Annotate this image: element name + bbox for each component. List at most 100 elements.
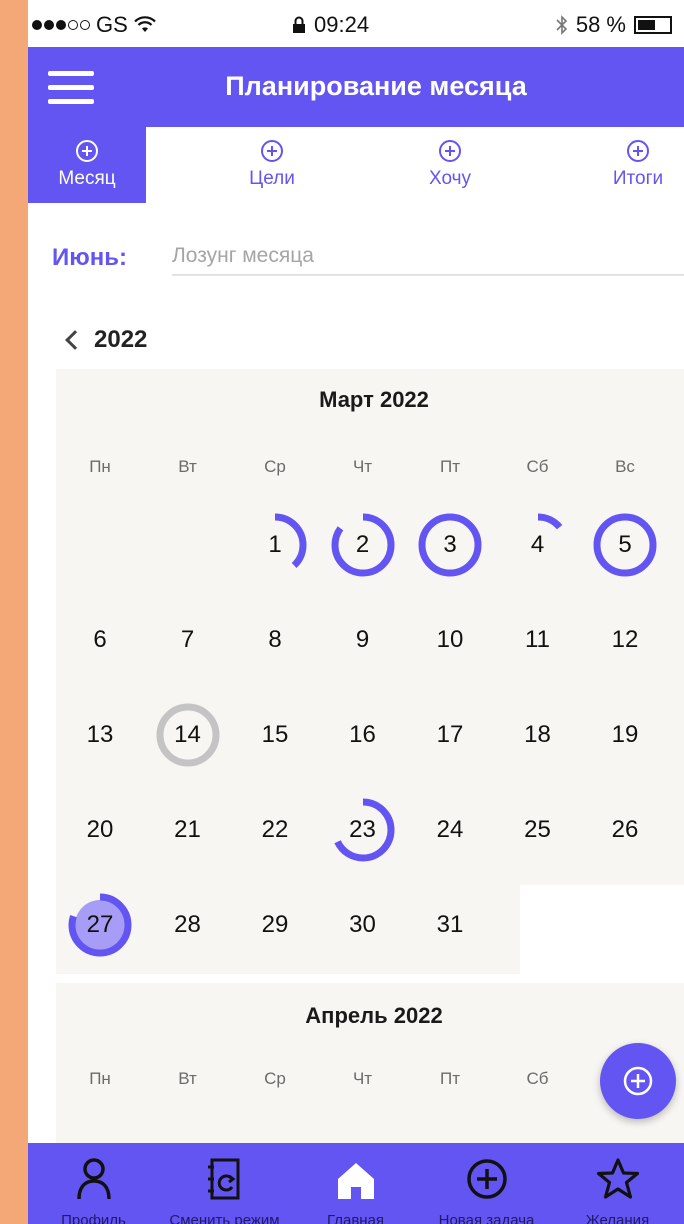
tab-wants[interactable]: Хочу bbox=[406, 127, 494, 203]
person-icon bbox=[76, 1158, 111, 1200]
phone-screen: GS 09:24 58 % Планирование месяца Месяц … bbox=[28, 0, 684, 1224]
day-number: 11 bbox=[525, 626, 550, 653]
calendar-day[interactable]: 30 bbox=[331, 893, 395, 957]
tab-month[interactable]: Месяц bbox=[28, 127, 146, 203]
nav-label: Главная bbox=[326, 1212, 385, 1224]
day-number: 14 bbox=[174, 721, 201, 748]
day-number: 31 bbox=[436, 911, 464, 938]
calendar-day[interactable]: 5 bbox=[593, 513, 657, 577]
day-number: 3 bbox=[443, 531, 457, 558]
calendar-day[interactable]: 4 bbox=[506, 513, 570, 577]
calendar-day[interactable]: 29 bbox=[243, 893, 307, 957]
weekday-label: Вс bbox=[615, 457, 635, 476]
weekday-label: Сб bbox=[526, 457, 549, 476]
day-number: 2 bbox=[355, 531, 370, 558]
calendar-day[interactable]: 24 bbox=[418, 798, 482, 862]
bluetooth-icon bbox=[556, 15, 567, 35]
tab-results[interactable]: Итоги bbox=[594, 127, 682, 203]
calendar-day[interactable]: 27 bbox=[68, 893, 132, 957]
signal-icon bbox=[32, 20, 90, 30]
tab-goals[interactable]: Цели bbox=[228, 127, 316, 203]
calendar-day[interactable]: 21 bbox=[156, 798, 220, 862]
calendar-day[interactable]: 16 bbox=[331, 703, 395, 767]
day-number: 19 bbox=[611, 721, 639, 748]
carrier-label: GS bbox=[96, 12, 128, 37]
calendar-day[interactable]: 20 bbox=[68, 798, 132, 862]
home-icon bbox=[337, 1163, 374, 1199]
day-number: 24 bbox=[436, 816, 464, 843]
add-task-fab[interactable] bbox=[600, 1043, 676, 1119]
calendar-day[interactable]: 19 bbox=[593, 703, 657, 767]
day-number: 4 bbox=[530, 531, 545, 558]
day-number: 6 bbox=[93, 626, 107, 653]
calendar-day[interactable]: 26 bbox=[593, 798, 657, 862]
day-number: 27 bbox=[86, 911, 114, 938]
chevron-left-icon[interactable] bbox=[65, 330, 85, 350]
wifi-icon bbox=[134, 16, 156, 32]
weekday-label: Ср bbox=[264, 1069, 286, 1088]
calendar-day[interactable]: 18 bbox=[506, 703, 570, 767]
calendar-day[interactable]: 1 bbox=[243, 513, 307, 577]
weekday-label: Вт bbox=[178, 1069, 197, 1088]
weekday-label: Чт bbox=[352, 457, 373, 476]
star-icon bbox=[596, 1158, 639, 1199]
nav-profile[interactable]: Профиль bbox=[28, 1143, 159, 1224]
day-number: 21 bbox=[174, 816, 201, 843]
calendar-day[interactable]: 22 bbox=[243, 798, 307, 862]
calendar-day[interactable]: 3 bbox=[418, 513, 482, 577]
calendar-day[interactable]: 31 bbox=[418, 893, 482, 957]
calendar-day[interactable]: 10 bbox=[418, 608, 482, 672]
calendar-day[interactable]: 9 bbox=[331, 608, 395, 672]
month-title: Апрель 2022 bbox=[305, 1003, 443, 1028]
day-number: 1 bbox=[268, 531, 282, 558]
day-number: 9 bbox=[355, 626, 370, 653]
weekday-label: Пт bbox=[439, 457, 460, 476]
calendar-day[interactable]: 13 bbox=[68, 703, 132, 767]
slogan-input[interactable] bbox=[172, 238, 684, 276]
clock-time: 09:24 bbox=[314, 12, 370, 37]
weekday-label: Ср bbox=[264, 457, 286, 476]
page-title: Планирование месяца bbox=[225, 71, 527, 101]
nav-label: Желания bbox=[585, 1212, 650, 1224]
day-number: 29 bbox=[261, 911, 289, 938]
calendar-day[interactable]: 12 bbox=[593, 608, 657, 672]
day-number: 28 bbox=[174, 911, 201, 938]
app-header: Планирование месяца bbox=[28, 47, 684, 127]
bottom-nav: Профиль Сменить режим Главная Новая зада… bbox=[28, 1143, 684, 1224]
lock-icon bbox=[293, 16, 305, 33]
calendar-day[interactable]: 23 bbox=[331, 798, 395, 862]
calendar-day[interactable]: 25 bbox=[506, 798, 570, 862]
calendar-day[interactable]: 8 bbox=[243, 608, 307, 672]
calendar-month-april: Апрель 2022 Пн Вт Ср Чт Пт Сб bbox=[56, 983, 684, 1143]
plus-circle-icon bbox=[466, 1159, 507, 1199]
day-number: 17 bbox=[436, 721, 464, 748]
nav-home[interactable]: Главная bbox=[290, 1143, 421, 1224]
calendar-day[interactable]: 7 bbox=[156, 608, 220, 672]
nav-wishes[interactable]: Желания bbox=[552, 1143, 683, 1224]
calendar-day[interactable]: 17 bbox=[418, 703, 482, 767]
plus-circle-icon bbox=[627, 140, 649, 162]
weekday-label: Пн bbox=[89, 457, 111, 476]
day-number: 25 bbox=[524, 816, 551, 843]
day-number: 22 bbox=[261, 816, 289, 843]
calendar-day[interactable]: 6 bbox=[68, 608, 132, 672]
battery-percent: 58 % bbox=[575, 12, 626, 37]
tab-label: Месяц bbox=[58, 168, 116, 189]
nav-switch-mode[interactable]: Сменить режим bbox=[159, 1143, 290, 1224]
plus-circle-icon bbox=[76, 140, 98, 162]
calendar-day[interactable]: 2 bbox=[331, 513, 395, 577]
day-number: 20 bbox=[86, 816, 114, 843]
day-number: 10 bbox=[436, 626, 464, 653]
calendar-day[interactable]: 28 bbox=[156, 893, 220, 957]
nav-label: Сменить режим bbox=[169, 1212, 280, 1224]
month-title: Март 2022 bbox=[319, 387, 429, 412]
calendar-day[interactable]: 11 bbox=[506, 608, 570, 672]
calendar-day[interactable]: 14 bbox=[156, 703, 220, 767]
plus-circle-icon bbox=[439, 140, 461, 162]
calendar-day[interactable]: 15 bbox=[243, 703, 307, 767]
year-nav[interactable]: 2022 bbox=[65, 326, 147, 354]
nav-new-task[interactable]: Новая задача bbox=[421, 1143, 552, 1224]
day-number: 12 bbox=[611, 626, 639, 653]
day-number: 18 bbox=[524, 721, 551, 748]
day-number: 7 bbox=[180, 626, 195, 653]
